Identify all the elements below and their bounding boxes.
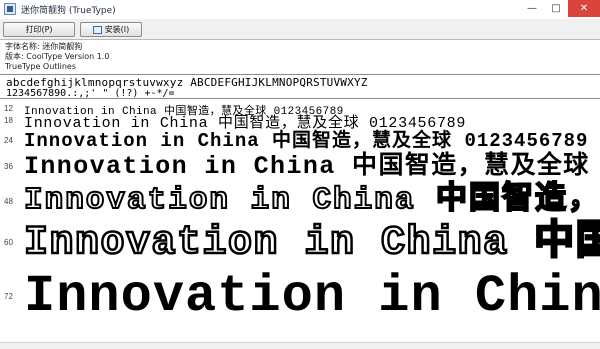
sample-row-72: 72 Innovation in China 中国智造，慧及全球 0123456… bbox=[0, 250, 600, 349]
divider bbox=[0, 98, 600, 99]
size-label: 18 bbox=[4, 116, 13, 125]
size-label: 60 bbox=[4, 238, 13, 247]
font-type: TrueType Outlines bbox=[5, 62, 77, 71]
install-button[interactable]: 安装(I) bbox=[80, 22, 142, 37]
font-file-icon bbox=[4, 3, 16, 15]
shield-icon bbox=[92, 25, 102, 34]
print-button-label: 打印(P) bbox=[25, 25, 53, 34]
close-button[interactable]: ✕ bbox=[568, 0, 600, 17]
window-title: 迷你简靓狗 (TrueType) bbox=[21, 6, 116, 16]
install-button-label: 安装(I) bbox=[104, 25, 130, 34]
font-version: 版本: CoolType Version 1.0 bbox=[5, 52, 110, 61]
font-name: 字体名称: 迷你简靓狗 bbox=[5, 42, 83, 51]
horizontal-scrollbar[interactable] bbox=[0, 342, 600, 349]
font-info: 字体名称: 迷你简靓狗 版本: CoolType Version 1.0 Tru… bbox=[5, 42, 109, 72]
sample-text: Innovation in China 中国智造，慧及全球 0123456789 bbox=[24, 267, 600, 326]
minimize-button[interactable]: — bbox=[520, 0, 544, 17]
size-label: 72 bbox=[4, 292, 13, 301]
maximize-button[interactable]: □ bbox=[544, 0, 568, 17]
size-label: 48 bbox=[4, 197, 13, 206]
print-button[interactable]: 打印(P) bbox=[3, 22, 75, 37]
size-label: 36 bbox=[4, 162, 13, 171]
toolbar: 打印(P) 安装(I) bbox=[0, 19, 600, 40]
divider bbox=[0, 74, 600, 75]
size-label: 24 bbox=[4, 136, 13, 145]
title-bar: 迷你简靓狗 (TrueType) — □ ✕ bbox=[0, 0, 600, 19]
